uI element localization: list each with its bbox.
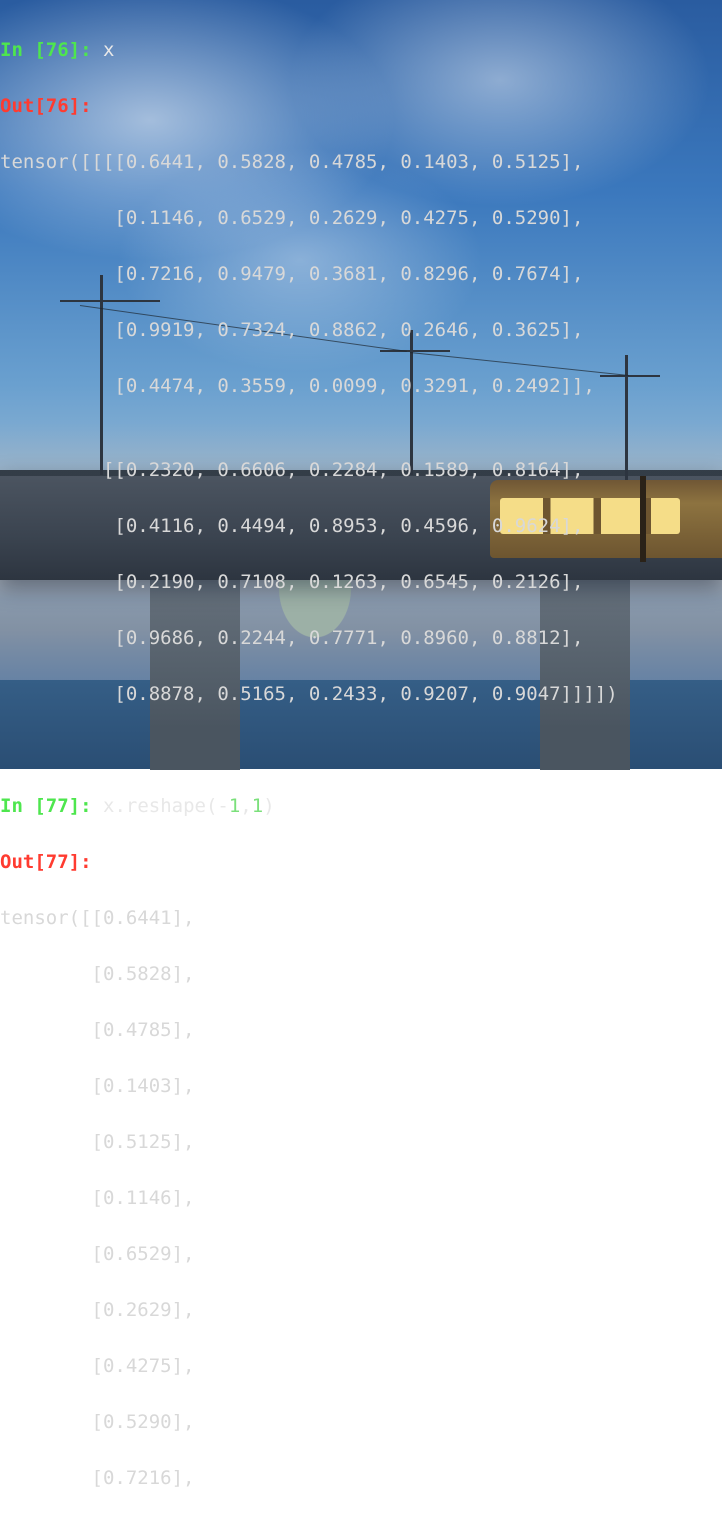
in-prompt-bracket: ]:: [69, 39, 103, 61]
out-prompt-number: 77: [46, 851, 69, 873]
tensor-output-line: [0.4474, 0.3559, 0.0099, 0.3291, 0.2492]…: [0, 372, 722, 400]
input-prompt-line[interactable]: In [76]: x: [0, 36, 722, 64]
tensor-output-line: [0.9686, 0.2244, 0.7771, 0.8960, 0.8812]…: [0, 624, 722, 652]
code-text: x.reshape(-: [103, 795, 229, 817]
tensor-output-line: [0.9919, 0.7324, 0.8862, 0.2646, 0.3625]…: [0, 316, 722, 344]
out-prompt-bracket: ]:: [69, 95, 92, 117]
code-int-literal: 1: [229, 795, 240, 817]
code-text: ,: [240, 795, 251, 817]
tensor-output-line: [0.5290],: [0, 1408, 722, 1436]
tensor-output-line: [0.5828],: [0, 960, 722, 988]
tensor-output-line: [0.1403],: [0, 1072, 722, 1100]
out-prompt-bracket: [: [34, 95, 45, 117]
out-prompt-bracket: ]:: [69, 851, 92, 873]
tensor-output-line: [0.1146],: [0, 1184, 722, 1212]
in-prompt-number: 77: [46, 795, 69, 817]
tensor-output-line: tensor([[0.6441],: [0, 904, 722, 932]
in-prompt-bracket: [: [34, 39, 45, 61]
tensor-output-line: [0.1146, 0.6529, 0.2629, 0.4275, 0.5290]…: [0, 204, 722, 232]
output-prompt-line: Out[76]:: [0, 92, 722, 120]
in-prompt-bracket: ]:: [69, 795, 103, 817]
tensor-output-line: [0.4116, 0.4494, 0.8953, 0.4596, 0.9624]…: [0, 512, 722, 540]
tensor-output-line: [0.7216, 0.9479, 0.3681, 0.8296, 0.7674]…: [0, 260, 722, 288]
output-prompt-line: Out[77]:: [0, 848, 722, 876]
tensor-output-line: [0.4275],: [0, 1352, 722, 1380]
tensor-output-line: [0.5125],: [0, 1128, 722, 1156]
code-text: ): [263, 795, 274, 817]
input-code[interactable]: x: [103, 39, 114, 61]
out-prompt-label: Out: [0, 95, 34, 117]
tensor-output-line: [0.6529],: [0, 1240, 722, 1268]
out-prompt-number: 76: [46, 95, 69, 117]
out-prompt-label: Out: [0, 851, 34, 873]
out-prompt-bracket: [: [34, 851, 45, 873]
in-prompt-bracket: [: [34, 795, 45, 817]
tensor-output-line: tensor([[[[0.6441, 0.5828, 0.4785, 0.140…: [0, 148, 722, 176]
in-prompt-label: In: [0, 39, 34, 61]
tensor-output-line: [0.2629],: [0, 1296, 722, 1324]
tensor-output-line: [0.2190, 0.7108, 0.1263, 0.6545, 0.2126]…: [0, 568, 722, 596]
in-prompt-number: 76: [46, 39, 69, 61]
blank-line: [0, 736, 722, 764]
in-prompt-label: In: [0, 795, 34, 817]
code-int-literal: 1: [252, 795, 263, 817]
input-prompt-line[interactable]: In [77]: x.reshape(-1,1): [0, 792, 722, 820]
tensor-output-line: [0.8878, 0.5165, 0.2433, 0.9207, 0.9047]…: [0, 680, 722, 708]
tensor-output-line: [[0.2320, 0.6606, 0.2284, 0.1589, 0.8164…: [0, 456, 722, 484]
tensor-output-line: [0.7216],: [0, 1464, 722, 1492]
input-code[interactable]: x.reshape(-1,1): [103, 795, 275, 817]
ipython-terminal[interactable]: In [76]: x Out[76]: tensor([[[[0.6441, 0…: [0, 0, 722, 769]
tensor-output-line: [0.4785],: [0, 1016, 722, 1044]
